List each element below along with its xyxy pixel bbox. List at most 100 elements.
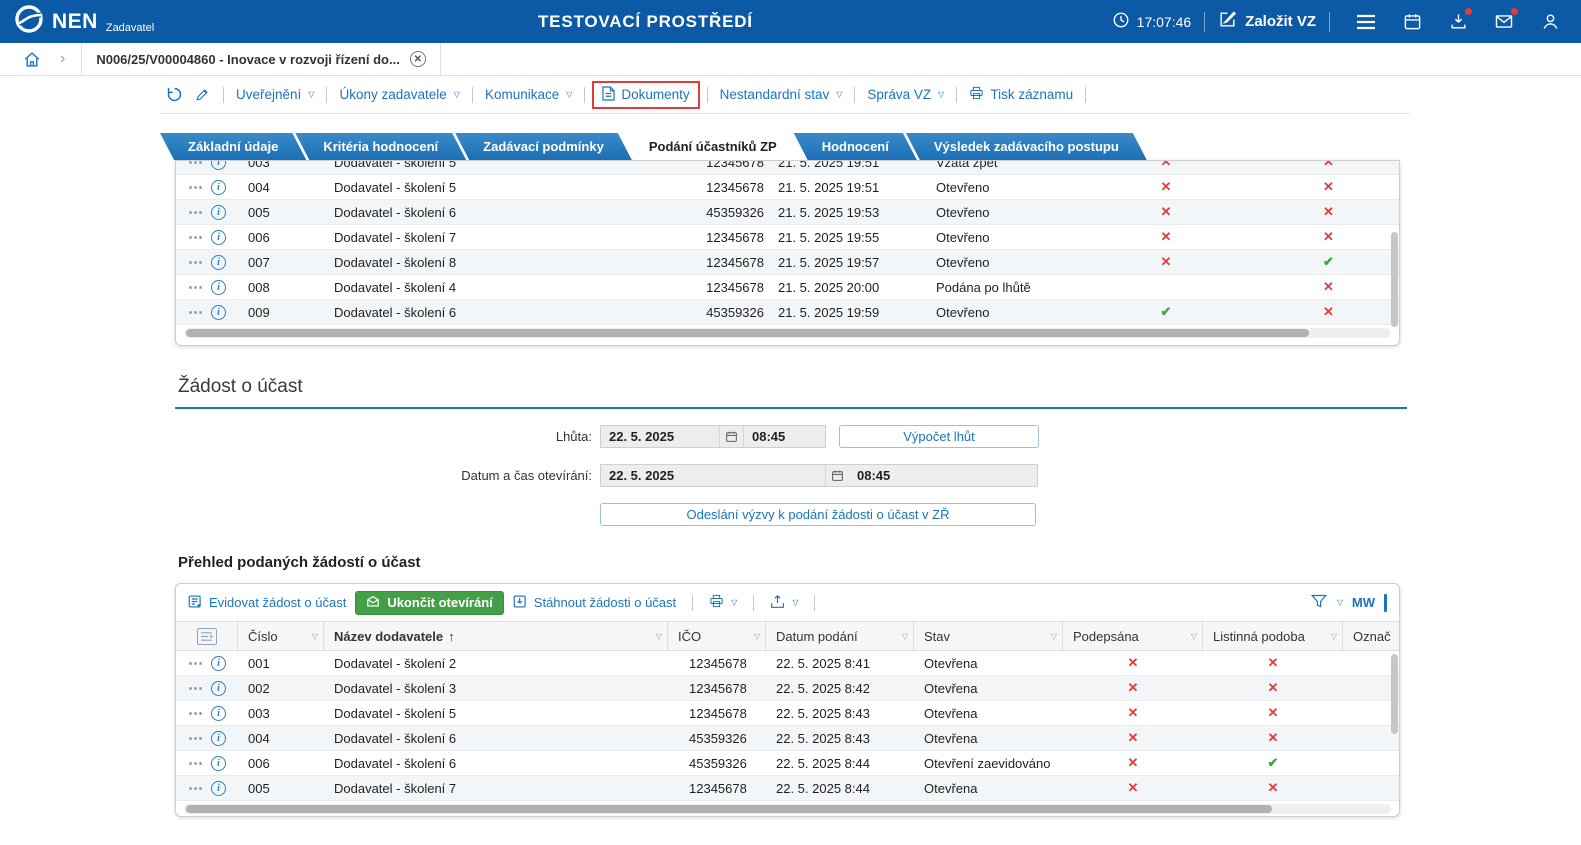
create-vz-button[interactable]: Založit VZ xyxy=(1218,10,1316,33)
print-button[interactable]: ▽ xyxy=(709,594,737,611)
tab-zakladni-udaje[interactable]: Základní údaje xyxy=(160,133,306,160)
info-icon[interactable]: i xyxy=(211,255,226,270)
lhuta-date-value[interactable]: 22. 5. 2025 xyxy=(601,426,719,447)
table-row[interactable]: ⋯ i 001 Dodavatel - školení 2 12345678 2… xyxy=(176,651,1399,676)
open-record-tab[interactable]: N006/25/V00004860 - Inovace v rozvoji ří… xyxy=(81,43,440,75)
info-icon[interactable]: i xyxy=(211,706,226,721)
chevron-down-icon[interactable]: ▽ xyxy=(1337,598,1343,607)
lhuta-time-value[interactable]: 08:45 xyxy=(743,426,825,447)
column-header-podepsana[interactable]: Podepsána▽ xyxy=(1063,622,1203,650)
home-icon[interactable] xyxy=(22,50,42,69)
info-icon[interactable]: i xyxy=(211,731,226,746)
table-row[interactable]: ⋯ i 009 Dodavatel - školení 6 45359326 2… xyxy=(176,300,1399,325)
row-menu-icon[interactable]: ⋯ xyxy=(188,205,203,220)
toolbar-item-nestandardni-stav[interactable]: Nestandardní stav▽ xyxy=(715,85,848,104)
column-header-cislo[interactable]: Číslo▽ xyxy=(238,622,324,650)
row-menu-icon[interactable]: ⋯ xyxy=(188,756,203,771)
horizontal-scrollbar[interactable] xyxy=(184,804,1391,814)
column-header-oznaceni[interactable]: Označ xyxy=(1343,622,1399,650)
brand[interactable]: NEN Zadavatel xyxy=(14,0,154,43)
calendar-icon[interactable] xyxy=(825,465,849,486)
horizontal-scrollbar[interactable] xyxy=(184,328,1391,338)
ukoncit-oteviranie-button[interactable]: Ukončit otevírání xyxy=(355,591,503,615)
row-menu-icon[interactable]: ⋯ xyxy=(188,781,203,796)
scrollbar-thumb[interactable] xyxy=(1391,654,1398,734)
row-menu-icon[interactable]: ⋯ xyxy=(188,280,203,295)
history-icon[interactable] xyxy=(166,86,183,103)
info-icon[interactable]: i xyxy=(211,230,226,245)
evidovat-zadost-button[interactable]: Evidovat žádost o účast xyxy=(188,594,346,612)
oteviranie-date-value[interactable]: 22. 5. 2025 xyxy=(601,465,825,486)
table-row[interactable]: ⋯ i 005 Dodavatel - školení 7 12345678 2… xyxy=(176,776,1399,801)
vypocet-lhut-button[interactable]: Výpočet lhůt xyxy=(839,425,1039,448)
column-header-datum-podani[interactable]: Datum podání▽ xyxy=(766,622,914,650)
info-icon[interactable]: i xyxy=(211,781,226,796)
table-row[interactable]: ⋯ i 004 Dodavatel - školení 5 12345678 2… xyxy=(176,175,1399,200)
export-button[interactable]: ▽ xyxy=(770,594,798,612)
table-settings-icon[interactable] xyxy=(197,628,217,645)
table-row[interactable]: ⋯ i 002 Dodavatel - školení 3 12345678 2… xyxy=(176,676,1399,701)
column-header-listinna-podoba[interactable]: Listinná podoba▽ xyxy=(1203,622,1343,650)
row-menu-icon[interactable]: ⋯ xyxy=(188,161,203,170)
filter-chevron-icon[interactable]: ▽ xyxy=(1187,632,1197,641)
filter-chevron-icon[interactable]: ▽ xyxy=(652,632,662,641)
oteviranie-time-value[interactable]: 08:45 xyxy=(849,465,1037,486)
tab-kriteria-hodnoceni[interactable]: Kritéria hodnocení xyxy=(295,133,466,160)
info-icon[interactable]: i xyxy=(211,161,226,170)
edit-pencil-icon[interactable] xyxy=(195,87,210,102)
toolbar-item-tisk-zaznamu[interactable]: Tisk záznamu xyxy=(964,84,1078,105)
sort-ascending-icon[interactable]: ↑ xyxy=(448,629,455,644)
tab-vysledek-zadavaciho-postupu[interactable]: Výsledek zadávacího postupu xyxy=(906,133,1147,160)
scrollbar-thumb[interactable] xyxy=(1391,232,1398,327)
row-menu-icon[interactable]: ⋯ xyxy=(188,230,203,245)
tab-hodnoceni[interactable]: Hodnocení xyxy=(794,133,917,160)
table-row[interactable]: ⋯ i 003 Dodavatel - školení 5 12345678 2… xyxy=(176,161,1399,175)
tab-podani-ucastniku-zp[interactable]: Podání účastníků ZP xyxy=(621,132,805,160)
odeslani-vyzvy-button[interactable]: Odeslání výzvy k podání žádosti o účast … xyxy=(600,503,1036,526)
info-icon[interactable]: i xyxy=(211,305,226,320)
stahnout-zadosti-button[interactable]: Stáhnout žádosti o účast xyxy=(513,594,676,612)
calendar-icon[interactable] xyxy=(719,426,743,447)
table-row[interactable]: ⋯ i 007 Dodavatel - školení 8 12345678 2… xyxy=(176,250,1399,275)
table-row[interactable]: ⋯ i 006 Dodavatel - školení 6 45359326 2… xyxy=(176,751,1399,776)
column-header-ico[interactable]: IČO▽ xyxy=(668,622,766,650)
toolbar-item-sprava-vz[interactable]: Správa VZ▽ xyxy=(862,85,949,104)
column-header-stav[interactable]: Stav▽ xyxy=(914,622,1063,650)
filter-icon[interactable] xyxy=(1311,594,1327,612)
table-row[interactable]: ⋯ i 005 Dodavatel - školení 6 45359326 2… xyxy=(176,200,1399,225)
user-profile-button[interactable] xyxy=(1538,12,1562,31)
row-menu-icon[interactable]: ⋯ xyxy=(188,180,203,195)
scrollbar-thumb[interactable] xyxy=(186,805,1272,813)
table-row[interactable]: ⋯ i 003 Dodavatel - školení 5 12345678 2… xyxy=(176,701,1399,726)
info-icon[interactable]: i xyxy=(211,205,226,220)
filter-chevron-icon[interactable]: ▽ xyxy=(1047,632,1057,641)
info-icon[interactable]: i xyxy=(211,681,226,696)
lhuta-datetime-input[interactable]: 22. 5. 2025 08:45 xyxy=(600,425,826,448)
toolbar-item-uverejneni[interactable]: Uveřejnění▽ xyxy=(231,85,319,104)
scrollbar-thumb[interactable] xyxy=(186,329,1309,337)
table-row[interactable]: ⋯ i 008 Dodavatel - školení 4 12345678 2… xyxy=(176,275,1399,300)
toolbar-item-komunikace[interactable]: Komunikace▽ xyxy=(480,85,577,104)
info-icon[interactable]: i xyxy=(211,180,226,195)
row-menu-icon[interactable]: ⋯ xyxy=(188,706,203,721)
menu-button[interactable] xyxy=(1354,14,1378,30)
info-icon[interactable]: i xyxy=(211,656,226,671)
column-header-nazev-dodavatele[interactable]: Název dodavatele↑▽ xyxy=(324,622,668,650)
messages-button[interactable] xyxy=(1492,12,1516,31)
filter-chevron-icon[interactable]: ▽ xyxy=(1327,632,1337,641)
vertical-scrollbar[interactable] xyxy=(1391,654,1398,774)
toolbar-item-ukony-zadavatele[interactable]: Úkony zadavatele▽ xyxy=(334,85,464,104)
info-icon[interactable]: i xyxy=(211,280,226,295)
row-menu-icon[interactable]: ⋯ xyxy=(188,731,203,746)
calendar-button[interactable] xyxy=(1400,12,1424,31)
tab-zadavaci-podminky[interactable]: Zadávací podmínky xyxy=(455,133,632,160)
row-menu-icon[interactable]: ⋯ xyxy=(188,305,203,320)
downloads-button[interactable] xyxy=(1446,12,1470,31)
table-row[interactable]: ⋯ i 006 Dodavatel - školení 7 12345678 2… xyxy=(176,225,1399,250)
filter-chevron-icon[interactable]: ▽ xyxy=(750,632,760,641)
vertical-scrollbar[interactable] xyxy=(1391,163,1398,327)
close-icon[interactable]: ✕ xyxy=(410,51,426,67)
info-icon[interactable]: i xyxy=(211,756,226,771)
saved-view-label[interactable]: MW xyxy=(1352,595,1375,610)
pinned-column-divider[interactable] xyxy=(1384,594,1387,612)
